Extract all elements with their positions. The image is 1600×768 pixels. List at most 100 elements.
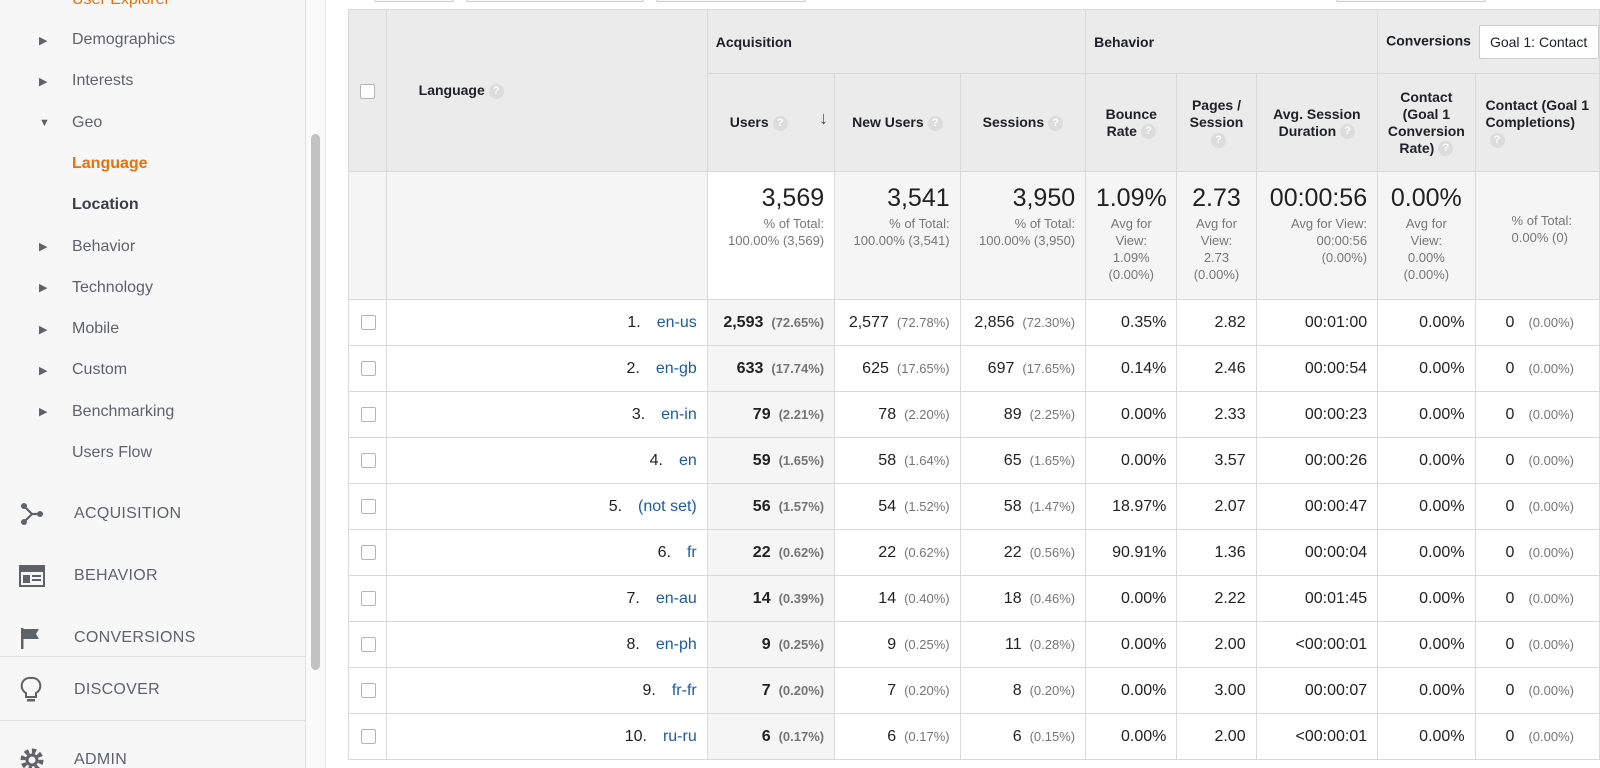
- cell-percent: (0.17%): [904, 728, 950, 744]
- col-new-users[interactable]: New Users?: [834, 73, 961, 172]
- language-link[interactable]: (not set): [638, 498, 697, 515]
- sidebar-item-demographics[interactable]: ▶ Demographics: [0, 20, 305, 60]
- sidebar-item-label: Behavior: [72, 237, 136, 255]
- sidebar-item-custom[interactable]: ▶ Custom: [0, 350, 305, 390]
- cell-percent: (0.00%): [1528, 544, 1574, 560]
- col-pages-session[interactable]: Pages / Session?: [1176, 73, 1257, 172]
- language-link[interactable]: ru-ru: [663, 728, 697, 745]
- row-checkbox[interactable]: [360, 314, 376, 330]
- cell-users: 7 (0.20%): [706, 667, 836, 714]
- sidebar-section-discover[interactable]: DISCOVER: [0, 660, 305, 720]
- row-checkbox[interactable]: [360, 728, 376, 744]
- language-link[interactable]: en-au: [656, 590, 697, 607]
- table-row[interactable]: 2. en-gb 633 (17.74%) 625 (17.65%) 697 (17.65%)…: [348, 345, 1600, 392]
- sidebar-item-behavior[interactable]: ▶ Behavior: [0, 227, 305, 267]
- row-number: 4.: [649, 451, 663, 469]
- help-icon[interactable]: ?: [488, 83, 504, 99]
- sort-desc-icon[interactable]: ↓: [819, 109, 828, 127]
- table-row[interactable]: 7. en-au 14 (0.39%) 14 (0.40%) 18 (0.46%) 0.00% 2…: [348, 575, 1600, 622]
- row-checkbox[interactable]: [360, 406, 376, 422]
- help-icon[interactable]: ?: [772, 115, 788, 131]
- cell-new: 22 (0.62%): [834, 529, 961, 576]
- col-conv-rate[interactable]: Contact (Goal 1 Conversion Rate)?: [1377, 73, 1476, 172]
- cell-value: 78: [878, 405, 897, 423]
- gear-icon: [0, 747, 74, 768]
- table-row[interactable]: 1. en-us 2,593 (72.65%) 2,577 (72.78%) 2,856 (7…: [348, 299, 1600, 346]
- cell-value: 0: [1505, 405, 1515, 423]
- sidebar-item-label: Language: [72, 154, 148, 172]
- help-icon[interactable]: ?: [1340, 124, 1356, 140]
- row-number: 9.: [642, 681, 656, 699]
- sidebar-item-location[interactable]: Location: [0, 185, 305, 225]
- help-icon[interactable]: ?: [1140, 124, 1156, 140]
- sidebar-item-user-explorer[interactable]: User Explorer: [0, 0, 305, 20]
- table-row[interactable]: 10. ru-ru 6 (0.17%) 6 (0.17%) 6 (0.15%) 0.00% 2.0…: [348, 713, 1600, 760]
- sidebar-item-geo[interactable]: ▼ Geo: [0, 103, 305, 143]
- cell-value: 58: [1003, 497, 1022, 515]
- row-checkbox[interactable]: [360, 682, 376, 698]
- sidebar-item-language[interactable]: Language: [0, 144, 305, 184]
- language-link[interactable]: en-gb: [656, 360, 697, 377]
- cell-percent: (0.40%): [904, 590, 950, 606]
- cell-percent: (1.47%): [1029, 498, 1076, 514]
- row-checkbox[interactable]: [360, 590, 376, 606]
- sidebar-scrollbar-thumb[interactable]: [311, 134, 320, 670]
- language-link[interactable]: fr: [687, 544, 697, 561]
- row-checkbox[interactable]: [360, 498, 376, 514]
- language-link[interactable]: en-us: [657, 314, 697, 331]
- language-link[interactable]: fr-fr: [672, 682, 697, 699]
- cell-completions: 0 (0.00%): [1474, 575, 1600, 622]
- cell-new: 14 (0.40%): [834, 575, 961, 622]
- cell-value: 11: [1004, 635, 1022, 653]
- sidebar-section-acquisition[interactable]: ACQUISITION: [0, 484, 305, 544]
- sidebar-item-users-flow[interactable]: Users Flow: [0, 433, 305, 473]
- sidebar-item-interests[interactable]: ▶ Interests: [0, 61, 305, 101]
- col-sessions[interactable]: Sessions?: [959, 73, 1087, 172]
- cell-percent: (1.57%): [778, 498, 825, 514]
- toolbar-dropdown[interactable]: [656, 0, 806, 2]
- table-row[interactable]: 6. fr 22 (0.62%) 22 (0.62%) 22 (0.56%) 90.91% 1.3…: [348, 529, 1600, 576]
- cell-value: 79: [752, 405, 771, 423]
- sidebar-section-conversions[interactable]: CONVERSIONS: [0, 608, 305, 668]
- help-icon[interactable]: ?: [1048, 115, 1064, 131]
- total-sessions: 3,950% of Total: 100.00% (3,950): [959, 171, 1087, 300]
- table-row[interactable]: 4. en 59 (1.65%) 58 (1.64%) 65 (1.65%) 0.00% 3.57…: [348, 437, 1600, 484]
- col-avg-duration[interactable]: Avg. Session Duration?: [1255, 73, 1379, 172]
- dimension-header[interactable]: Language?: [385, 9, 708, 172]
- language-link[interactable]: en-ph: [656, 636, 697, 653]
- col-bounce-rate[interactable]: Bounce Rate?: [1085, 73, 1178, 172]
- col-completions[interactable]: Contact (Goal 1 Completions)?: [1474, 73, 1600, 172]
- table-row[interactable]: 9. fr-fr 7 (0.20%) 7 (0.20%) 8 (0.20%) 0.00% 3.00…: [348, 667, 1600, 714]
- toolbar-button[interactable]: [374, 0, 454, 2]
- select-all-checkbox[interactable]: [359, 83, 375, 99]
- table-row[interactable]: 8. en-ph 9 (0.25%) 9 (0.25%) 11 (0.28%) 0.00% 2.0…: [348, 621, 1600, 668]
- cell-pages: 1.36: [1176, 529, 1257, 576]
- goal-select[interactable]: Goal 1: Contact: [1478, 24, 1599, 59]
- cell-bounce: 18.97%: [1085, 483, 1178, 530]
- sidebar-item-technology[interactable]: ▶ Technology: [0, 268, 305, 308]
- row-checkbox[interactable]: [360, 636, 376, 652]
- cell-percent: (0.00%): [1528, 360, 1574, 376]
- toolbar-search[interactable]: [1336, 0, 1486, 2]
- cell-completions: 0 (0.00%): [1474, 483, 1600, 530]
- sidebar-item-mobile[interactable]: ▶ Mobile: [0, 309, 305, 349]
- help-icon[interactable]: ?: [927, 115, 943, 131]
- help-icon[interactable]: ?: [1489, 132, 1505, 148]
- row-checkbox[interactable]: [360, 360, 376, 376]
- sidebar-section-admin[interactable]: ADMIN: [0, 730, 305, 768]
- language-link[interactable]: en: [679, 452, 697, 469]
- sidebar-section-behavior[interactable]: BEHAVIOR: [0, 546, 305, 606]
- language-link[interactable]: en-in: [661, 406, 697, 423]
- toolbar-dropdown[interactable]: [466, 0, 644, 2]
- sidebar-item-benchmarking[interactable]: ▶ Benchmarking: [0, 392, 305, 432]
- col-users[interactable]: Users? ↓: [706, 73, 836, 172]
- cell-percent: (0.20%): [904, 682, 950, 698]
- table-row[interactable]: 3. en-in 79 (2.21%) 78 (2.20%) 89 (2.25%) 0.00% 2…: [348, 391, 1600, 438]
- row-checkbox[interactable]: [360, 452, 376, 468]
- cell-percent: (1.65%): [1029, 452, 1076, 468]
- row-checkbox[interactable]: [360, 544, 376, 560]
- help-icon[interactable]: ?: [1438, 141, 1454, 157]
- cell-duration: 00:00:23: [1255, 391, 1379, 438]
- table-row[interactable]: 5. (not set) 56 (1.57%) 54 (1.52%) 58 (1.47%) 18…: [348, 483, 1600, 530]
- help-icon[interactable]: ?: [1210, 132, 1226, 148]
